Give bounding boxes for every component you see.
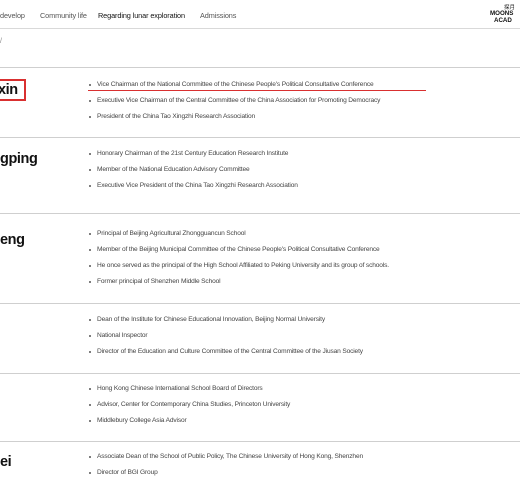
title-item: Principal of Beijing Agricultural Zhongg… — [87, 228, 389, 244]
person-row: Dean of the Institute for Chinese Educat… — [0, 303, 520, 374]
person-row: ei Associate Dean of the School of Publi… — [0, 441, 520, 487]
person-name: ei — [0, 454, 12, 470]
person-titles: Hong Kong Chinese International School B… — [87, 383, 290, 431]
person-row: gping Honorary Chairman of the 21st Cent… — [0, 137, 520, 214]
person-name: xin — [0, 79, 26, 101]
title-item: He once served as the principal of the H… — [87, 260, 389, 276]
person-row: xin Vice Chairman of the National Commit… — [0, 67, 520, 138]
person-titles: Honorary Chairman of the 21st Century Ed… — [87, 148, 298, 196]
top-nav: develop Community life Regarding lunar e… — [0, 0, 520, 29]
title-item: Hong Kong Chinese International School B… — [87, 383, 290, 399]
nav-item-develop[interactable]: develop — [0, 11, 25, 20]
title-item: Advisor, Center for Contemporary China S… — [87, 399, 290, 415]
nav-item-admissions[interactable]: Admissions — [200, 11, 236, 20]
title-item: Dean of the Institute for Chinese Educat… — [87, 314, 363, 330]
person-row: Hong Kong Chinese International School B… — [0, 373, 520, 442]
person-titles: Dean of the Institute for Chinese Educat… — [87, 314, 363, 362]
person-name: eng — [0, 232, 25, 248]
title-item: Director of BGI Group — [87, 467, 363, 483]
title-item: Honorary Chairman of the 21st Century Ed… — [87, 148, 298, 164]
title-item: Former principal of Shenzhen Middle Scho… — [87, 276, 389, 292]
nav-item-regarding-lunar-exploration[interactable]: Regarding lunar exploration — [98, 11, 185, 20]
highlight-underline — [88, 90, 426, 91]
title-item: Associate Dean of the School of Public P… — [87, 451, 363, 467]
person-titles: Principal of Beijing Agricultural Zhongg… — [87, 228, 389, 292]
nav-item-community-life[interactable]: Community life — [40, 11, 87, 20]
title-item: Director of the Education and Culture Co… — [87, 346, 363, 362]
title-item: Member of the Beijing Municipal Committe… — [87, 244, 389, 260]
title-item: Vice Chairman of the National Committee … — [87, 79, 380, 95]
title-item: National Inspector — [87, 330, 363, 346]
person-name: gping — [0, 151, 38, 167]
title-item: Member of the National Education Advisor… — [87, 164, 298, 180]
title-item: Executive Vice President of the China Ta… — [87, 180, 298, 196]
person-titles: Vice Chairman of the National Committee … — [87, 79, 380, 127]
title-item: Executive Vice Chairman of the Central C… — [87, 95, 380, 111]
person-row: eng Principal of Beijing Agricultural Zh… — [0, 213, 520, 304]
person-titles: Associate Dean of the School of Public P… — [87, 451, 363, 483]
title-item: President of the China Tao Xingzhi Resea… — [87, 111, 380, 127]
breadcrumb: / — [0, 38, 2, 45]
title-item: Middlebury College Asia Advisor — [87, 415, 290, 431]
moonshot-academy-logo[interactable]: 探月 MOONS ACAD — [490, 5, 520, 25]
